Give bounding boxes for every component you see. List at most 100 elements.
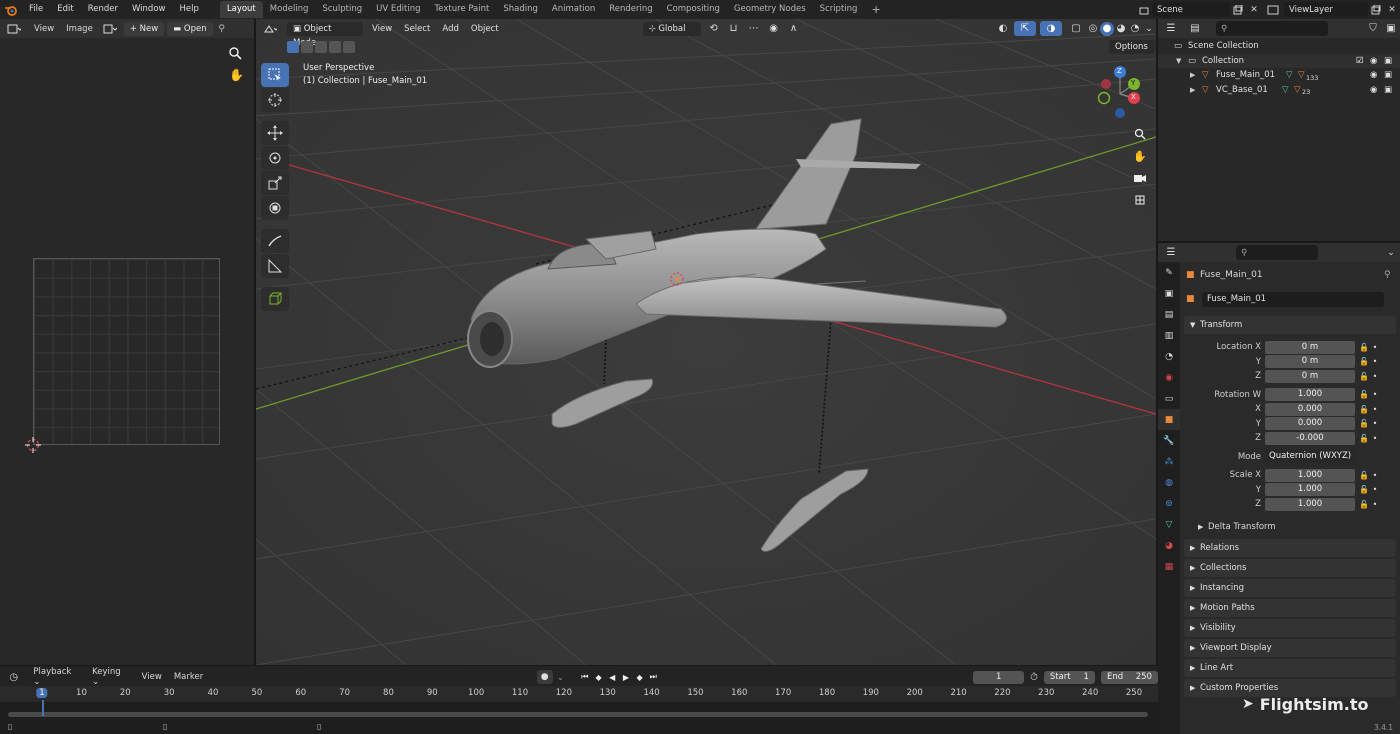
keyframe-dot-icon[interactable]: • [1371, 419, 1379, 428]
tab-shading[interactable]: Shading [496, 1, 545, 18]
scene-tab-icon[interactable]: ◔ [1158, 346, 1180, 367]
play-icon[interactable]: ▶ [619, 673, 633, 682]
viewport-editor-type-icon[interactable] [256, 24, 284, 34]
start-frame-field[interactable]: Start 1 [1043, 670, 1095, 684]
proportional-edit-icon[interactable]: ◉ [764, 23, 784, 34]
shading-solid-icon[interactable]: ● [1100, 21, 1114, 36]
location-y-field[interactable]: 0 m [1265, 355, 1355, 369]
lock-icon[interactable]: 🔓 [1357, 434, 1371, 443]
expand-arrow-icon[interactable]: ▶ [1190, 71, 1202, 79]
view-layer-field[interactable]: ViewLayer [1284, 2, 1368, 17]
keying-menu[interactable]: Keying ⌄ [86, 667, 136, 687]
falloff-icon[interactable]: ∧ [784, 23, 804, 34]
image-zoom-icon[interactable] [228, 46, 244, 62]
line-art-panel-header[interactable]: ▶ Line Art [1184, 658, 1396, 677]
add-workspace-button[interactable]: + [864, 1, 887, 18]
outliner-search-field[interactable]: ⚲ [1216, 21, 1328, 36]
current-frame-indicator[interactable]: 1 [36, 688, 48, 698]
menu-render[interactable]: Render [81, 0, 125, 19]
viewport-select-menu[interactable]: Select [398, 24, 436, 34]
jump-keyframe-back-icon[interactable]: ◆ [592, 673, 606, 682]
scale-x-field[interactable]: 1.000 [1265, 468, 1355, 482]
tab-compositing[interactable]: Compositing [660, 1, 727, 18]
playback-menu[interactable]: Playback ⌄ [27, 667, 86, 687]
zoom-icon[interactable] [1130, 124, 1150, 144]
outliner-row-collection[interactable]: ▼ ▭ Collection ☑ ◉ ▣ [1158, 53, 1400, 68]
stopwatch-icon[interactable]: ⏱ [1024, 672, 1044, 683]
select-extend-icon[interactable] [301, 41, 313, 53]
pin-icon[interactable]: ⚲ [213, 24, 231, 34]
auto-keying-icon[interactable]: ● [536, 670, 553, 684]
world-tab-icon[interactable]: ◉ [1158, 367, 1180, 388]
properties-editor-type-icon[interactable]: ☰ [1158, 247, 1184, 258]
motion-paths-panel-header[interactable]: ▶ Motion Paths [1184, 598, 1396, 617]
3d-viewport[interactable] [256, 19, 1156, 665]
lock-icon[interactable]: 🔓 [1357, 372, 1371, 381]
data-tab-icon[interactable]: ▽ [1158, 514, 1180, 535]
xray-toggle-icon[interactable]: ▢ [1066, 23, 1086, 34]
add-cube-tool[interactable] [261, 287, 289, 311]
pan-hand-icon[interactable]: ✋ [1130, 146, 1150, 166]
scene-field[interactable]: Scene [1152, 2, 1230, 17]
collapse-arrow-icon[interactable]: ▼ [1176, 57, 1188, 65]
render-camera-icon[interactable]: ▣ [1384, 70, 1400, 80]
copy-scene-icon[interactable] [1230, 4, 1246, 15]
visibility-dropdown-icon[interactable]: ◐ [992, 23, 1014, 34]
viewport-display-panel-header[interactable]: ▶ Viewport Display [1184, 638, 1396, 657]
tab-scripting[interactable]: Scripting [813, 1, 865, 18]
object-tab-icon[interactable]: ■ [1158, 409, 1180, 430]
tab-animation[interactable]: Animation [545, 1, 602, 18]
shading-material-icon[interactable]: ◕ [1114, 23, 1128, 34]
scale-y-field[interactable]: 1.000 [1265, 483, 1355, 497]
viewport-options-dropdown[interactable]: Options [1109, 40, 1155, 54]
rotate-tool[interactable] [261, 146, 289, 170]
keying-set-icon[interactable]: ⌄ [553, 673, 569, 682]
jump-start-icon[interactable]: ⏮ [578, 672, 592, 682]
open-image-button[interactable]: ▬ Open [167, 21, 213, 36]
tab-rendering[interactable]: Rendering [602, 1, 659, 18]
shading-wireframe-icon[interactable]: ◎ [1086, 23, 1100, 34]
viewport-view-menu[interactable]: View [366, 24, 398, 34]
rotation-x-field[interactable]: 0.000 [1265, 402, 1355, 416]
location-z-field[interactable]: 0 m [1265, 369, 1355, 383]
select-box-tool[interactable] [261, 63, 289, 87]
image-browse-icon[interactable] [99, 24, 121, 34]
timeline-scrollbar[interactable] [8, 712, 1148, 717]
timeline-ruler[interactable]: 1 10 20 30 40 50 60 70 80 90 100 110 120 130 140 150 160… [0, 686, 1158, 702]
render-camera-icon[interactable]: ▣ [1384, 85, 1400, 95]
jump-end-icon[interactable]: ⏭ [646, 672, 660, 682]
menu-window[interactable]: Window [125, 0, 173, 19]
view-layer-tab-icon[interactable]: ▥ [1158, 325, 1180, 346]
keyframe-dot-icon[interactable]: • [1371, 485, 1379, 494]
output-tab-icon[interactable]: ▤ [1158, 304, 1180, 325]
delete-scene-icon[interactable]: ✕ [1246, 5, 1262, 15]
keyframe-dot-icon[interactable]: • [1371, 434, 1379, 443]
keyframe-dot-icon[interactable]: • [1371, 405, 1379, 414]
blender-logo-icon[interactable] [0, 0, 22, 19]
delete-view-layer-icon[interactable]: ✕ [1384, 5, 1400, 15]
exclude-checkbox-icon[interactable]: ☑ [1356, 56, 1370, 66]
tab-layout[interactable]: Layout [219, 1, 263, 18]
lock-icon[interactable]: 🔓 [1357, 405, 1371, 414]
gizmo-toggle-icon[interactable]: ⇱ [1014, 21, 1036, 36]
lock-icon[interactable]: 🔓 [1357, 343, 1371, 352]
render-tab-icon[interactable]: ▣ [1158, 283, 1180, 304]
new-image-button[interactable]: + New [123, 21, 165, 36]
object-name-field[interactable]: Fuse_Main_01 [1202, 291, 1384, 307]
timeline-scroll-area[interactable] [0, 702, 1158, 734]
outliner-row-object[interactable]: ▶ ▽ VC_Base_01 ▽ ▽ 23 ◉ ▣ [1158, 83, 1400, 98]
shading-rendered-icon[interactable]: ◔ [1128, 23, 1142, 34]
viewport-add-menu[interactable]: Add [436, 24, 464, 34]
select-invert-icon[interactable] [329, 41, 341, 53]
snap-icon[interactable]: ⊔ [724, 23, 744, 34]
filter-icon[interactable]: ⛉ [1364, 23, 1382, 34]
new-collection-icon[interactable]: ▣ [1382, 23, 1400, 34]
modifier-tab-icon[interactable]: 🔧 [1158, 430, 1180, 451]
marker-menu[interactable]: Marker [168, 672, 209, 682]
play-reverse-icon[interactable]: ◀ [605, 673, 619, 682]
visibility-eye-icon[interactable]: ◉ [1370, 70, 1384, 80]
texture-tab-icon[interactable]: ▦ [1158, 556, 1180, 577]
visibility-panel-header[interactable]: ▶ Visibility [1184, 618, 1396, 637]
select-intersect-icon[interactable] [343, 41, 355, 53]
rotation-z-field[interactable]: -0.000 [1265, 431, 1355, 445]
